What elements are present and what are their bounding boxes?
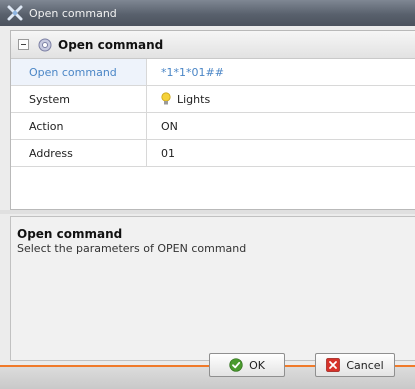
- close-icon: [326, 358, 341, 372]
- bulb-icon: [161, 92, 171, 105]
- property-row-action[interactable]: Action ON: [11, 113, 415, 140]
- property-value-field[interactable]: Lights: [147, 86, 415, 112]
- property-name: Action: [11, 113, 147, 139]
- description-text: Select the parameters of OPEN command: [17, 242, 247, 255]
- property-row-system[interactable]: System Lights: [11, 86, 415, 113]
- property-group-header[interactable]: Open command: [11, 31, 415, 59]
- collapse-icon[interactable]: [18, 39, 29, 50]
- property-value-field[interactable]: *1*1*01##: [147, 59, 415, 85]
- ok-button[interactable]: OK: [209, 353, 285, 377]
- property-name: Address: [11, 140, 147, 166]
- property-name: Open command: [11, 59, 147, 85]
- dialog-window: Open command Open command Open command *…: [0, 0, 415, 389]
- property-grid: Open command Open command *1*1*01## Syst…: [10, 30, 415, 210]
- cancel-button[interactable]: Cancel: [315, 353, 395, 377]
- app-icon: [7, 5, 23, 21]
- description-title: Open command: [17, 227, 123, 241]
- property-value-field[interactable]: 01: [147, 140, 415, 166]
- checkmark-icon: [229, 358, 243, 372]
- group-title: Open command: [58, 37, 164, 52]
- ok-button-label: OK: [249, 358, 265, 372]
- property-row-address[interactable]: Address 01: [11, 140, 415, 167]
- description-panel: Open command Select the parameters of OP…: [10, 216, 415, 361]
- property-value-field[interactable]: ON: [147, 113, 415, 139]
- panel-splitter[interactable]: [0, 210, 415, 214]
- property-value-text: Lights: [177, 92, 211, 106]
- window-title: Open command: [29, 6, 117, 20]
- property-row-open-command[interactable]: Open command *1*1*01##: [11, 59, 415, 86]
- gear-icon: [38, 38, 52, 51]
- cancel-button-label: Cancel: [346, 358, 384, 372]
- property-name: System: [11, 86, 147, 112]
- title-bar[interactable]: Open command: [0, 0, 415, 26]
